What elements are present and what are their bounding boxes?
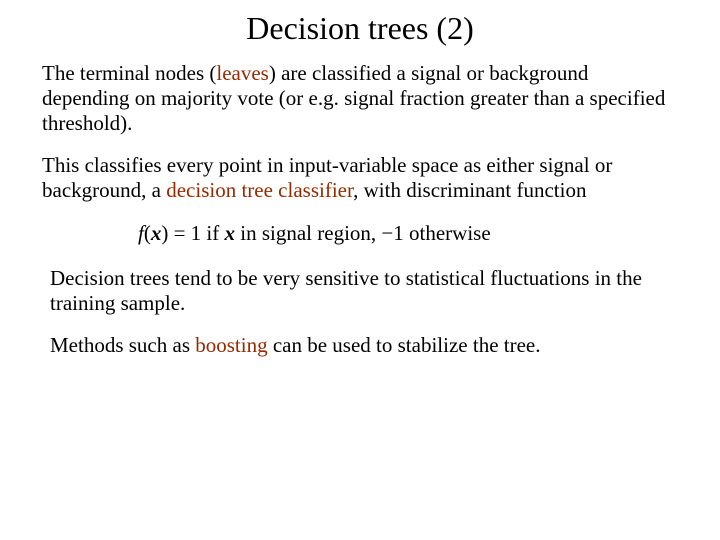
- p4-text-b: can be used to stabilize the tree.: [268, 333, 541, 357]
- formula-x1: x: [151, 221, 162, 245]
- p2-text-b: , with discriminant function: [353, 178, 586, 202]
- term-boosting: boosting: [195, 333, 267, 357]
- formula-open: (: [144, 221, 151, 245]
- formula-mid: ) = 1 if: [161, 221, 224, 245]
- slide-title: Decision trees (2): [0, 0, 720, 61]
- term-classifier: decision tree classifier: [166, 178, 353, 202]
- discriminant-formula: f(x) = 1 if x in signal region, −1 other…: [138, 221, 720, 246]
- formula-x2: x: [225, 221, 236, 245]
- p4-text-a: Methods such as: [50, 333, 195, 357]
- paragraph-4: Methods such as boosting can be used to …: [50, 333, 670, 358]
- formula-tail: in signal region, −1 otherwise: [235, 221, 491, 245]
- paragraph-2: This classifies every point in input-var…: [42, 153, 678, 203]
- term-leaves: leaves: [216, 61, 268, 85]
- paragraph-1: The terminal nodes (leaves) are classifi…: [42, 61, 678, 135]
- paragraph-3: Decision trees tend to be very sensitive…: [50, 266, 670, 316]
- p1-text-a: The terminal nodes (: [42, 61, 216, 85]
